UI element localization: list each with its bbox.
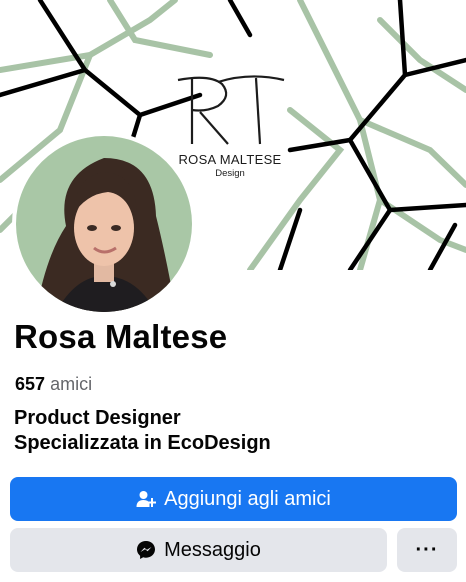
avatar[interactable] [16, 136, 192, 312]
messenger-icon [136, 540, 156, 560]
profile-avatar-frame[interactable] [12, 132, 196, 316]
message-label: Messaggio [164, 538, 261, 561]
profile-bio: Product Designer Specializzata in EcoDes… [14, 406, 271, 456]
more-icon: ··· [415, 538, 439, 561]
rt-monogram-icon [177, 75, 285, 145]
avatar-photo [16, 136, 192, 312]
bio-line-2: Specializzata in EcoDesign [14, 432, 271, 454]
more-options-button[interactable]: ··· [397, 528, 457, 572]
profile-name: Rosa Maltese [14, 318, 228, 355]
friends-count[interactable]: 657 amici [15, 374, 92, 395]
friends-count-value: 657 [15, 374, 46, 394]
add-friend-icon [136, 489, 157, 509]
friends-count-label: amici [50, 374, 93, 394]
add-friend-label: Aggiungi agli amici [164, 487, 331, 510]
add-friend-button[interactable]: Aggiungi agli amici [10, 477, 457, 521]
message-button[interactable]: Messaggio [10, 528, 387, 572]
logo-name: ROSA MALTESE [178, 152, 282, 167]
bio-line-1: Product Designer [14, 407, 181, 429]
